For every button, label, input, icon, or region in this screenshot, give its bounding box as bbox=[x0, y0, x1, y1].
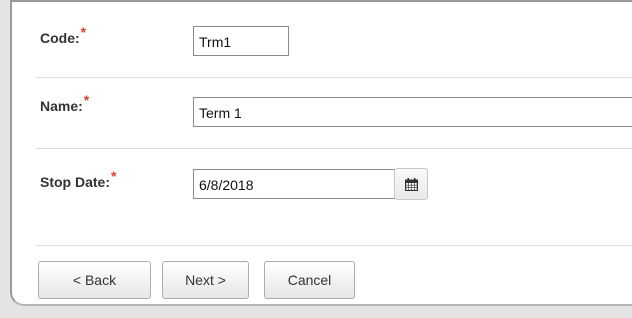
required-marker: * bbox=[111, 168, 117, 184]
code-label: Code:* bbox=[40, 24, 87, 46]
required-marker: * bbox=[80, 24, 87, 40]
cancel-button[interactable]: Cancel bbox=[264, 261, 355, 299]
stop-date-label: Stop Date:* bbox=[40, 168, 117, 190]
back-button[interactable]: < Back bbox=[38, 261, 151, 299]
row-divider bbox=[35, 77, 632, 78]
next-button[interactable]: Next > bbox=[162, 261, 249, 299]
calendar-icon bbox=[405, 178, 418, 191]
wizard-panel: Code:* Trm1 Name:* Term 1 Stop Date:* 6/… bbox=[10, 0, 632, 306]
stop-date-input[interactable]: 6/8/2018 bbox=[193, 169, 395, 199]
name-label: Name:* bbox=[40, 92, 90, 114]
name-input[interactable]: Term 1 bbox=[193, 97, 632, 127]
calendar-button[interactable] bbox=[394, 168, 428, 200]
code-input[interactable]: Trm1 bbox=[193, 26, 289, 56]
row-divider bbox=[35, 148, 632, 149]
row-divider bbox=[35, 245, 632, 246]
required-marker: * bbox=[83, 92, 90, 108]
